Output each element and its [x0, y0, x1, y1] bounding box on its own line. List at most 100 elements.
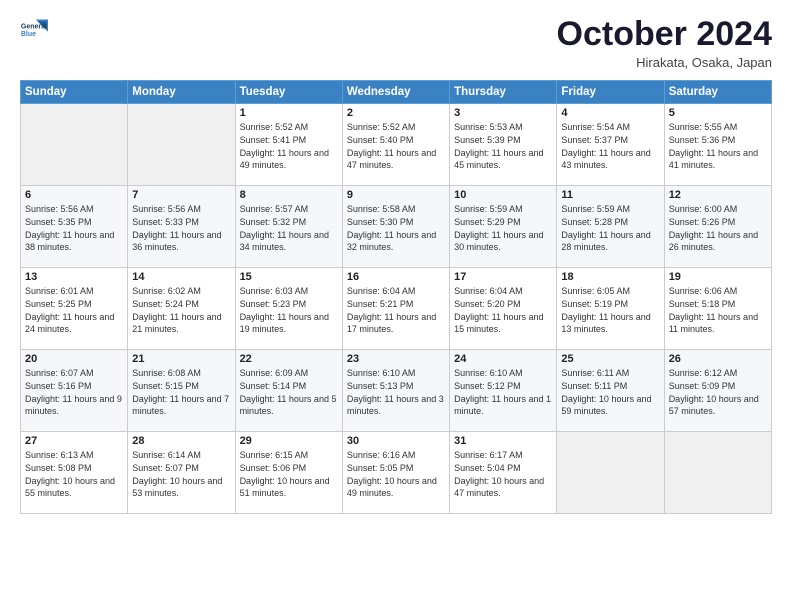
day-number: 14: [132, 271, 230, 283]
day-number: 9: [347, 189, 445, 201]
cell-info: Sunrise: 5:54 AM Sunset: 5:37 PM Dayligh…: [561, 121, 659, 171]
calendar-cell: 20Sunrise: 6:07 AM Sunset: 5:16 PM Dayli…: [21, 350, 128, 432]
day-number: 24: [454, 353, 552, 365]
cell-info: Sunrise: 6:16 AM Sunset: 5:05 PM Dayligh…: [347, 449, 445, 499]
calendar-cell: 5Sunrise: 5:55 AM Sunset: 5:36 PM Daylig…: [664, 104, 771, 186]
calendar-cell: [664, 432, 771, 514]
day-header-wednesday: Wednesday: [342, 81, 449, 104]
day-number: 26: [669, 353, 767, 365]
calendar-cell: 3 Sunrise: 5:53 AM Sunset: 5:39 PM Daylig…: [450, 104, 557, 186]
calendar-cell: 16Sunrise: 6:04 AM Sunset: 5:21 PM Dayli…: [342, 268, 449, 350]
calendar-cell: 21Sunrise: 6:08 AM Sunset: 5:15 PM Dayli…: [128, 350, 235, 432]
week-row-2: 6 Sunrise: 5:56 AM Sunset: 5:35 PM Daylig…: [21, 186, 772, 268]
calendar-cell: 24 Sunrise: 6:10 AM Sunset: 5:12 PM Dayli…: [450, 350, 557, 432]
calendar-cell: 2 Sunrise: 5:52 AM Sunset: 5:40 PM Daylig…: [342, 104, 449, 186]
day-number: 10: [454, 189, 552, 201]
day-number: 30: [347, 435, 445, 447]
day-number: 7: [132, 189, 230, 201]
page: General Blue October 2024 Hirakata, Osak…: [0, 0, 792, 612]
calendar-cell: 10Sunrise: 5:59 AM Sunset: 5:29 PM Dayli…: [450, 186, 557, 268]
day-number: 3: [454, 107, 552, 119]
svg-text:Blue: Blue: [21, 31, 36, 38]
day-number: 29: [240, 435, 338, 447]
calendar-cell: 14 Sunrise: 6:02 AM Sunset: 5:24 PM Dayli…: [128, 268, 235, 350]
day-header-saturday: Saturday: [664, 81, 771, 104]
week-row-3: 13 Sunrise: 6:01 AM Sunset: 5:25 PM Dayli…: [21, 268, 772, 350]
calendar-cell: [557, 432, 664, 514]
calendar-cell: 31 Sunrise: 6:17 AM Sunset: 5:04 PM Dayli…: [450, 432, 557, 514]
week-row-5: 27 Sunrise: 6:13 AM Sunset: 5:08 PM Dayli…: [21, 432, 772, 514]
cell-info: Sunrise: 6:15 AM Sunset: 5:06 PM Dayligh…: [240, 449, 338, 499]
day-number: 6: [25, 189, 123, 201]
calendar-cell: 29 Sunrise: 6:15 AM Sunset: 5:06 PM Dayli…: [235, 432, 342, 514]
day-number: 8: [240, 189, 338, 201]
cell-info: Sunrise: 6:03 AM Sunset: 5:23 PM Dayligh…: [240, 285, 338, 335]
subtitle: Hirakata, Osaka, Japan: [557, 55, 772, 70]
week-row-4: 20Sunrise: 6:07 AM Sunset: 5:16 PM Dayli…: [21, 350, 772, 432]
cell-info: Sunrise: 6:02 AM Sunset: 5:24 PM Dayligh…: [132, 285, 230, 335]
calendar-cell: 7 Sunrise: 5:56 AM Sunset: 5:33 PM Daylig…: [128, 186, 235, 268]
calendar-cell: [21, 104, 128, 186]
day-number: 31: [454, 435, 552, 447]
day-number: 2: [347, 107, 445, 119]
calendar-cell: 12 Sunrise: 6:00 AM Sunset: 5:26 PM Dayli…: [664, 186, 771, 268]
cell-info: Sunrise: 6:11 AM Sunset: 5:11 PM Dayligh…: [561, 367, 659, 417]
day-number: 15: [240, 271, 338, 283]
cell-info: Sunrise: 6:04 AM Sunset: 5:21 PM Dayligh…: [347, 285, 445, 335]
cell-info: Sunrise: 6:10 AM Sunset: 5:12 PM Dayligh…: [454, 367, 552, 417]
calendar-cell: 23 Sunrise: 6:10 AM Sunset: 5:13 PM Dayli…: [342, 350, 449, 432]
month-title: October 2024: [557, 16, 772, 53]
calendar-cell: 15 Sunrise: 6:03 AM Sunset: 5:23 PM Dayli…: [235, 268, 342, 350]
logo: General Blue: [20, 16, 48, 44]
calendar-cell: 17Sunrise: 6:04 AM Sunset: 5:20 PM Dayli…: [450, 268, 557, 350]
day-number: 23: [347, 353, 445, 365]
calendar-cell: 18 Sunrise: 6:05 AM Sunset: 5:19 PM Dayli…: [557, 268, 664, 350]
cell-info: Sunrise: 6:00 AM Sunset: 5:26 PM Dayligh…: [669, 203, 767, 253]
day-header-friday: Friday: [557, 81, 664, 104]
cell-info: Sunrise: 6:01 AM Sunset: 5:25 PM Dayligh…: [25, 285, 123, 335]
cell-info: Sunrise: 5:57 AM Sunset: 5:32 PM Dayligh…: [240, 203, 338, 253]
cell-info: Sunrise: 6:13 AM Sunset: 5:08 PM Dayligh…: [25, 449, 123, 499]
calendar-table: SundayMondayTuesdayWednesdayThursdayFrid…: [20, 80, 772, 514]
day-number: 13: [25, 271, 123, 283]
cell-info: Sunrise: 6:17 AM Sunset: 5:04 PM Dayligh…: [454, 449, 552, 499]
day-number: 25: [561, 353, 659, 365]
header-row: SundayMondayTuesdayWednesdayThursdayFrid…: [21, 81, 772, 104]
day-number: 27: [25, 435, 123, 447]
day-number: 12: [669, 189, 767, 201]
calendar-cell: 28 Sunrise: 6:14 AM Sunset: 5:07 PM Dayli…: [128, 432, 235, 514]
cell-info: Sunrise: 6:10 AM Sunset: 5:13 PM Dayligh…: [347, 367, 445, 417]
day-number: 18: [561, 271, 659, 283]
calendar-cell: 25 Sunrise: 6:11 AM Sunset: 5:11 PM Dayli…: [557, 350, 664, 432]
cell-info: Sunrise: 5:56 AM Sunset: 5:35 PM Dayligh…: [25, 203, 123, 253]
calendar-cell: 9 Sunrise: 5:58 AM Sunset: 5:30 PM Daylig…: [342, 186, 449, 268]
day-number: 19: [669, 271, 767, 283]
day-header-monday: Monday: [128, 81, 235, 104]
day-number: 1: [240, 107, 338, 119]
calendar-cell: 19Sunrise: 6:06 AM Sunset: 5:18 PM Dayli…: [664, 268, 771, 350]
day-header-tuesday: Tuesday: [235, 81, 342, 104]
day-number: 21: [132, 353, 230, 365]
day-number: 11: [561, 189, 659, 201]
cell-info: Sunrise: 5:59 AM Sunset: 5:28 PM Dayligh…: [561, 203, 659, 253]
cell-info: Sunrise: 5:55 AM Sunset: 5:36 PM Dayligh…: [669, 121, 767, 171]
calendar-cell: 26 Sunrise: 6:12 AM Sunset: 5:09 PM Dayli…: [664, 350, 771, 432]
calendar-cell: 13 Sunrise: 6:01 AM Sunset: 5:25 PM Dayli…: [21, 268, 128, 350]
cell-info: Sunrise: 6:09 AM Sunset: 5:14 PM Dayligh…: [240, 367, 338, 417]
calendar-cell: 30 Sunrise: 6:16 AM Sunset: 5:05 PM Dayli…: [342, 432, 449, 514]
cell-info: Sunrise: 5:56 AM Sunset: 5:33 PM Dayligh…: [132, 203, 230, 253]
calendar-cell: 1 Sunrise: 5:52 AM Sunset: 5:41 PM Daylig…: [235, 104, 342, 186]
calendar-cell: 4 Sunrise: 5:54 AM Sunset: 5:37 PM Daylig…: [557, 104, 664, 186]
cell-info: Sunrise: 5:53 AM Sunset: 5:39 PM Dayligh…: [454, 121, 552, 171]
cell-info: Sunrise: 6:05 AM Sunset: 5:19 PM Dayligh…: [561, 285, 659, 335]
cell-info: Sunrise: 5:52 AM Sunset: 5:41 PM Dayligh…: [240, 121, 338, 171]
day-number: 4: [561, 107, 659, 119]
cell-info: Sunrise: 6:14 AM Sunset: 5:07 PM Dayligh…: [132, 449, 230, 499]
cell-info: Sunrise: 5:52 AM Sunset: 5:40 PM Dayligh…: [347, 121, 445, 171]
cell-info: Sunrise: 6:12 AM Sunset: 5:09 PM Dayligh…: [669, 367, 767, 417]
day-number: 17: [454, 271, 552, 283]
calendar-cell: 6 Sunrise: 5:56 AM Sunset: 5:35 PM Daylig…: [21, 186, 128, 268]
day-number: 28: [132, 435, 230, 447]
cell-info: Sunrise: 5:58 AM Sunset: 5:30 PM Dayligh…: [347, 203, 445, 253]
calendar-cell: 22Sunrise: 6:09 AM Sunset: 5:14 PM Dayli…: [235, 350, 342, 432]
